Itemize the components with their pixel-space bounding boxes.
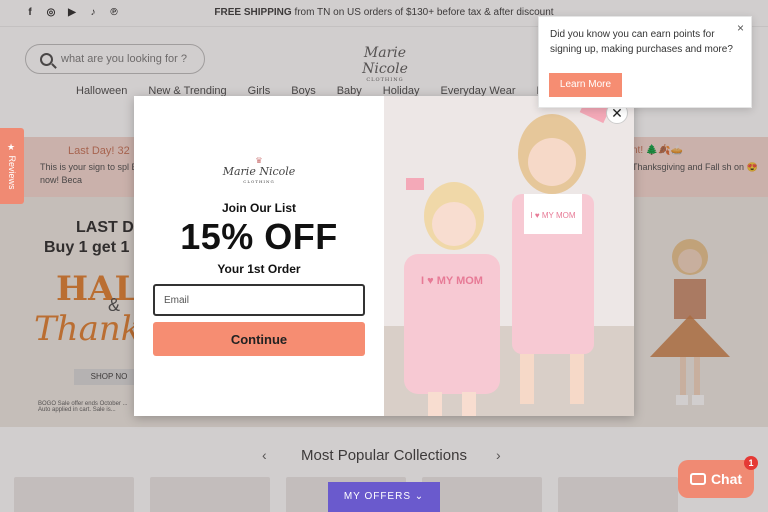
my-offers-button[interactable]: MY OFFERS ⌄ <box>328 482 440 512</box>
kids-photo-image: I ♥ MY MOM I ♥ MY MOM <box>384 96 634 416</box>
continue-button[interactable]: Continue <box>153 322 365 356</box>
crown-icon: ♛ <box>255 156 263 165</box>
signup-form-panel: ♛ Marie Nicole CLOTHING Join Our List 15… <box>134 96 384 416</box>
email-field[interactable] <box>153 284 365 316</box>
modal-photo: I ♥ MY MOM I ♥ MY MOM ✕ <box>384 96 634 416</box>
join-list-heading: Join Our List <box>221 201 296 215</box>
rewards-toast: Did you know you can earn points for sig… <box>538 16 752 108</box>
chat-button[interactable]: Chat 1 <box>678 456 758 498</box>
modal-logo: ♛ Marie Nicole CLOTHING <box>134 156 384 184</box>
reviews-tab[interactable]: ★ Reviews <box>0 128 24 204</box>
first-order-text: Your 1st Order <box>217 262 301 276</box>
learn-more-button[interactable]: Learn More <box>549 73 622 97</box>
signup-modal: ♛ Marie Nicole CLOTHING Join Our List 15… <box>134 96 634 416</box>
chat-label: Chat <box>710 471 743 487</box>
chat-unread-badge: 1 <box>744 456 758 470</box>
shirt-text-older: I ♥ MY MOM <box>530 211 575 220</box>
shirt-text-younger: I ♥ MY MOM <box>421 275 483 287</box>
close-toast-icon[interactable]: × <box>737 21 744 35</box>
rewards-message: Did you know you can earn points for sig… <box>550 29 733 55</box>
discount-headline: 15% OFF <box>180 216 338 257</box>
chat-bubble-icon <box>689 473 706 485</box>
